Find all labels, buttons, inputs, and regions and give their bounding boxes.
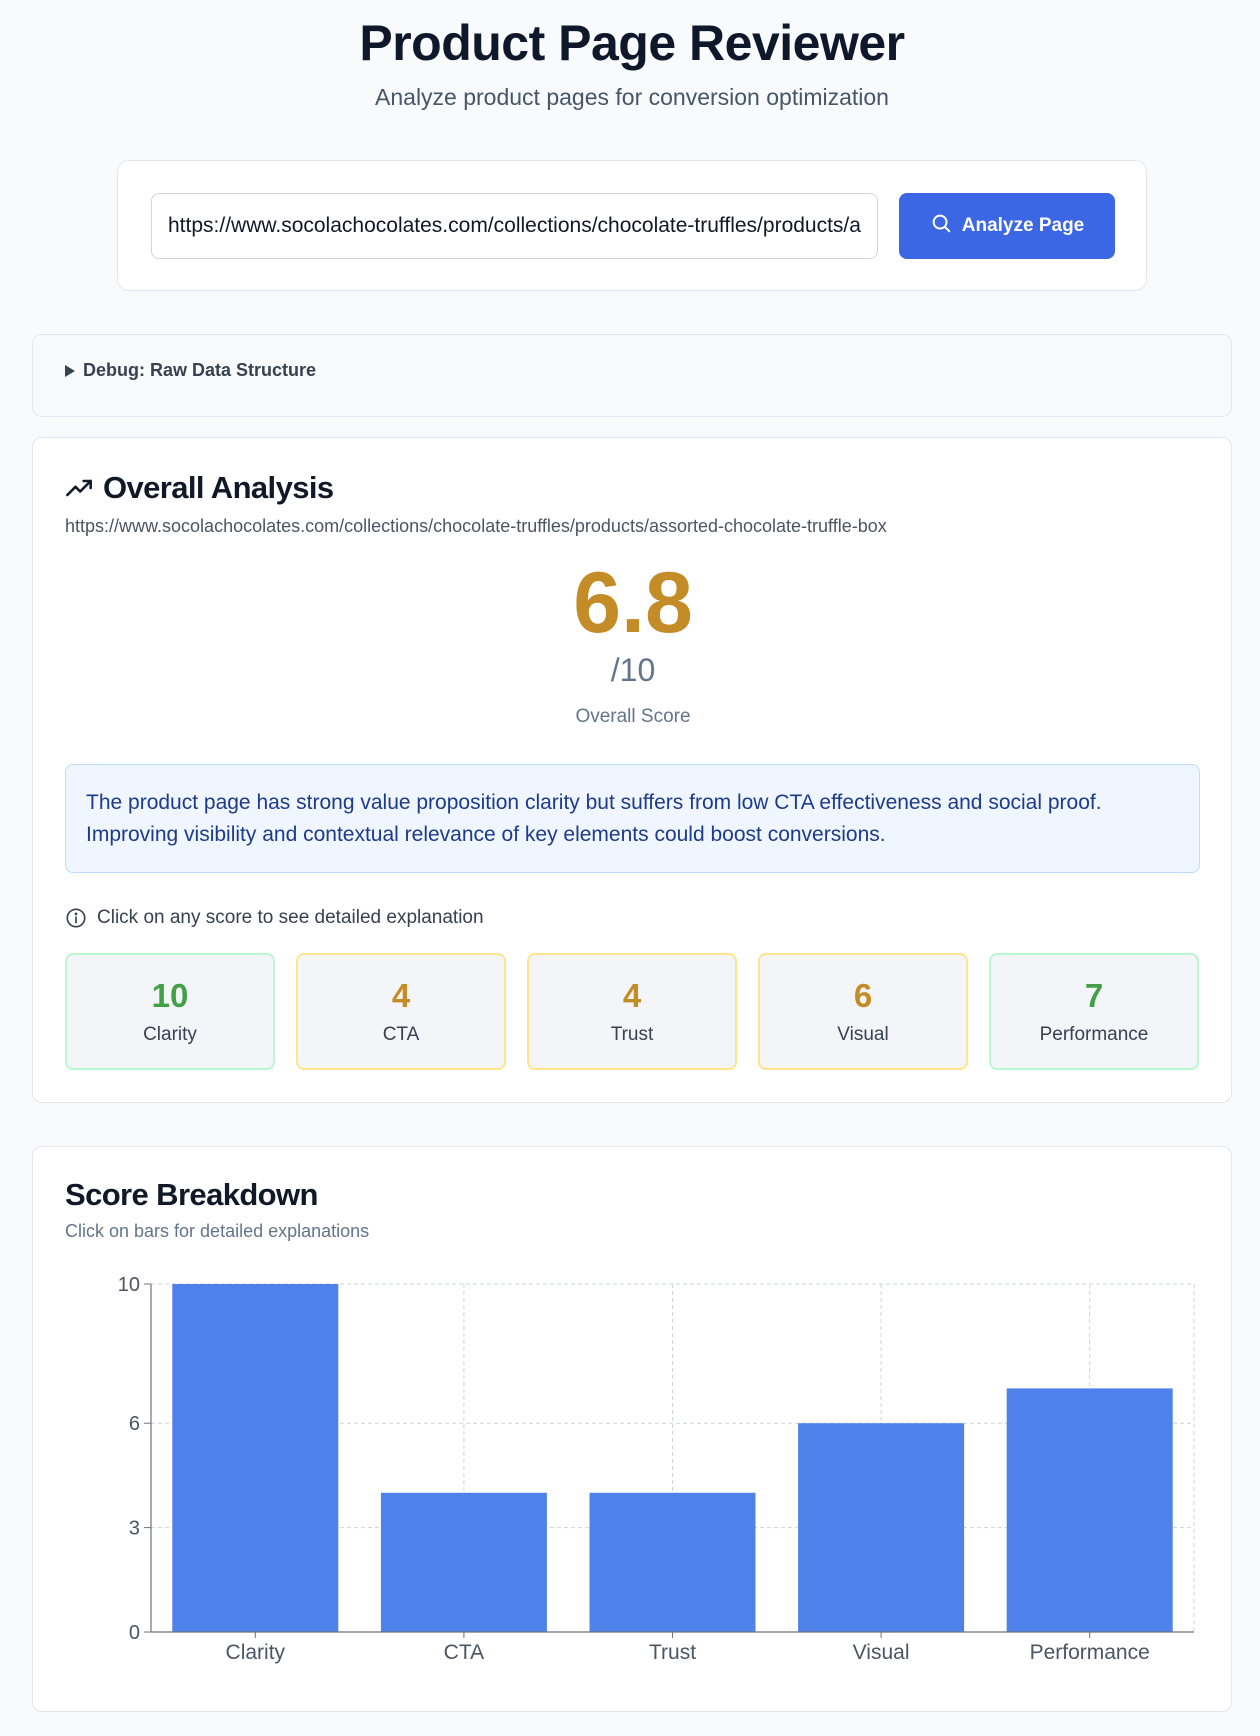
chart-x-tick-label: Trust [649, 1641, 696, 1664]
overall-score-max: /10 [610, 652, 656, 688]
chart-y-tick-label: 3 [129, 1518, 140, 1540]
chart-x-tick-label: Performance [1030, 1641, 1150, 1664]
metric-label: Performance [1039, 1024, 1149, 1045]
metric-label: CTA [382, 1024, 420, 1045]
analyze-button-label: Analyze Page [961, 215, 1085, 236]
search-card: Analyze Page [117, 160, 1147, 291]
chart-bar-clarity[interactable] [172, 1284, 339, 1632]
chart-y-tick-label: 10 [118, 1274, 140, 1296]
debug-card: Debug: Raw Data Structure [32, 334, 1232, 417]
triangle-right-icon [65, 364, 75, 377]
chart-bar-trust[interactable] [589, 1492, 756, 1632]
chart-bar-performance[interactable] [1006, 1388, 1173, 1632]
metric-card-trust[interactable]: 4 Trust [527, 953, 737, 1070]
score-breakdown-card: Score Breakdown Click on bars for detail… [32, 1146, 1232, 1712]
chart-x-tick-label: Clarity [226, 1641, 286, 1664]
hint-text: Click on any score to see detailed expla… [97, 907, 484, 928]
analysis-heading: Overall Analysis [65, 470, 334, 506]
metric-value: 4 [622, 977, 642, 1014]
metric-value: 4 [391, 977, 411, 1014]
hint-row: Click on any score to see detailed expla… [65, 907, 484, 929]
debug-label: Debug: Raw Data Structure [83, 360, 317, 380]
summary-box: The product page has strong value propos… [65, 764, 1200, 873]
page-title: Product Page Reviewer [359, 15, 905, 71]
overall-analysis-card: Overall Analysis https://www.socolachoco… [32, 437, 1232, 1103]
chart-x-tick-label: Visual [853, 1641, 910, 1664]
metric-label: Trust [610, 1024, 654, 1045]
metric-card-visual[interactable]: 6 Visual [758, 953, 968, 1070]
page-subtitle: Analyze product pages for conversion opt… [375, 84, 889, 110]
overall-score-value: 6.8 [573, 555, 693, 651]
info-icon [65, 907, 87, 929]
analysis-heading-text: Overall Analysis [103, 470, 334, 505]
metric-label: Visual [837, 1024, 889, 1045]
trending-up-icon [65, 474, 93, 502]
metric-value: 6 [853, 977, 873, 1014]
metric-value: 10 [151, 977, 189, 1014]
chart-y-tick-label: 0 [129, 1622, 140, 1644]
search-icon [930, 212, 952, 240]
chart-bar-visual[interactable] [798, 1423, 965, 1632]
chart-y-tick-label: 6 [129, 1413, 140, 1435]
analyze-page-button[interactable]: Analyze Page [899, 193, 1115, 259]
chart-x-tick-label: CTA [444, 1641, 484, 1664]
analysis-url: https://www.socolachocolates.com/collect… [65, 516, 887, 536]
metric-card-clarity[interactable]: 10 Clarity [65, 953, 275, 1070]
overall-score-caption: Overall Score [575, 706, 691, 727]
debug-toggle[interactable]: Debug: Raw Data Structure [65, 360, 316, 381]
chart-bar-cta[interactable] [380, 1492, 547, 1632]
metric-value: 7 [1084, 977, 1104, 1014]
metric-card-cta[interactable]: 4 CTA [296, 953, 506, 1070]
url-input[interactable] [151, 193, 878, 259]
metric-card-performance[interactable]: 7 Performance [989, 953, 1199, 1070]
metric-label: Clarity [143, 1024, 197, 1045]
score-bar-chart: 0 3 6 10 Clarity CTA Trust Visual Performance [118, 1274, 1195, 1664]
